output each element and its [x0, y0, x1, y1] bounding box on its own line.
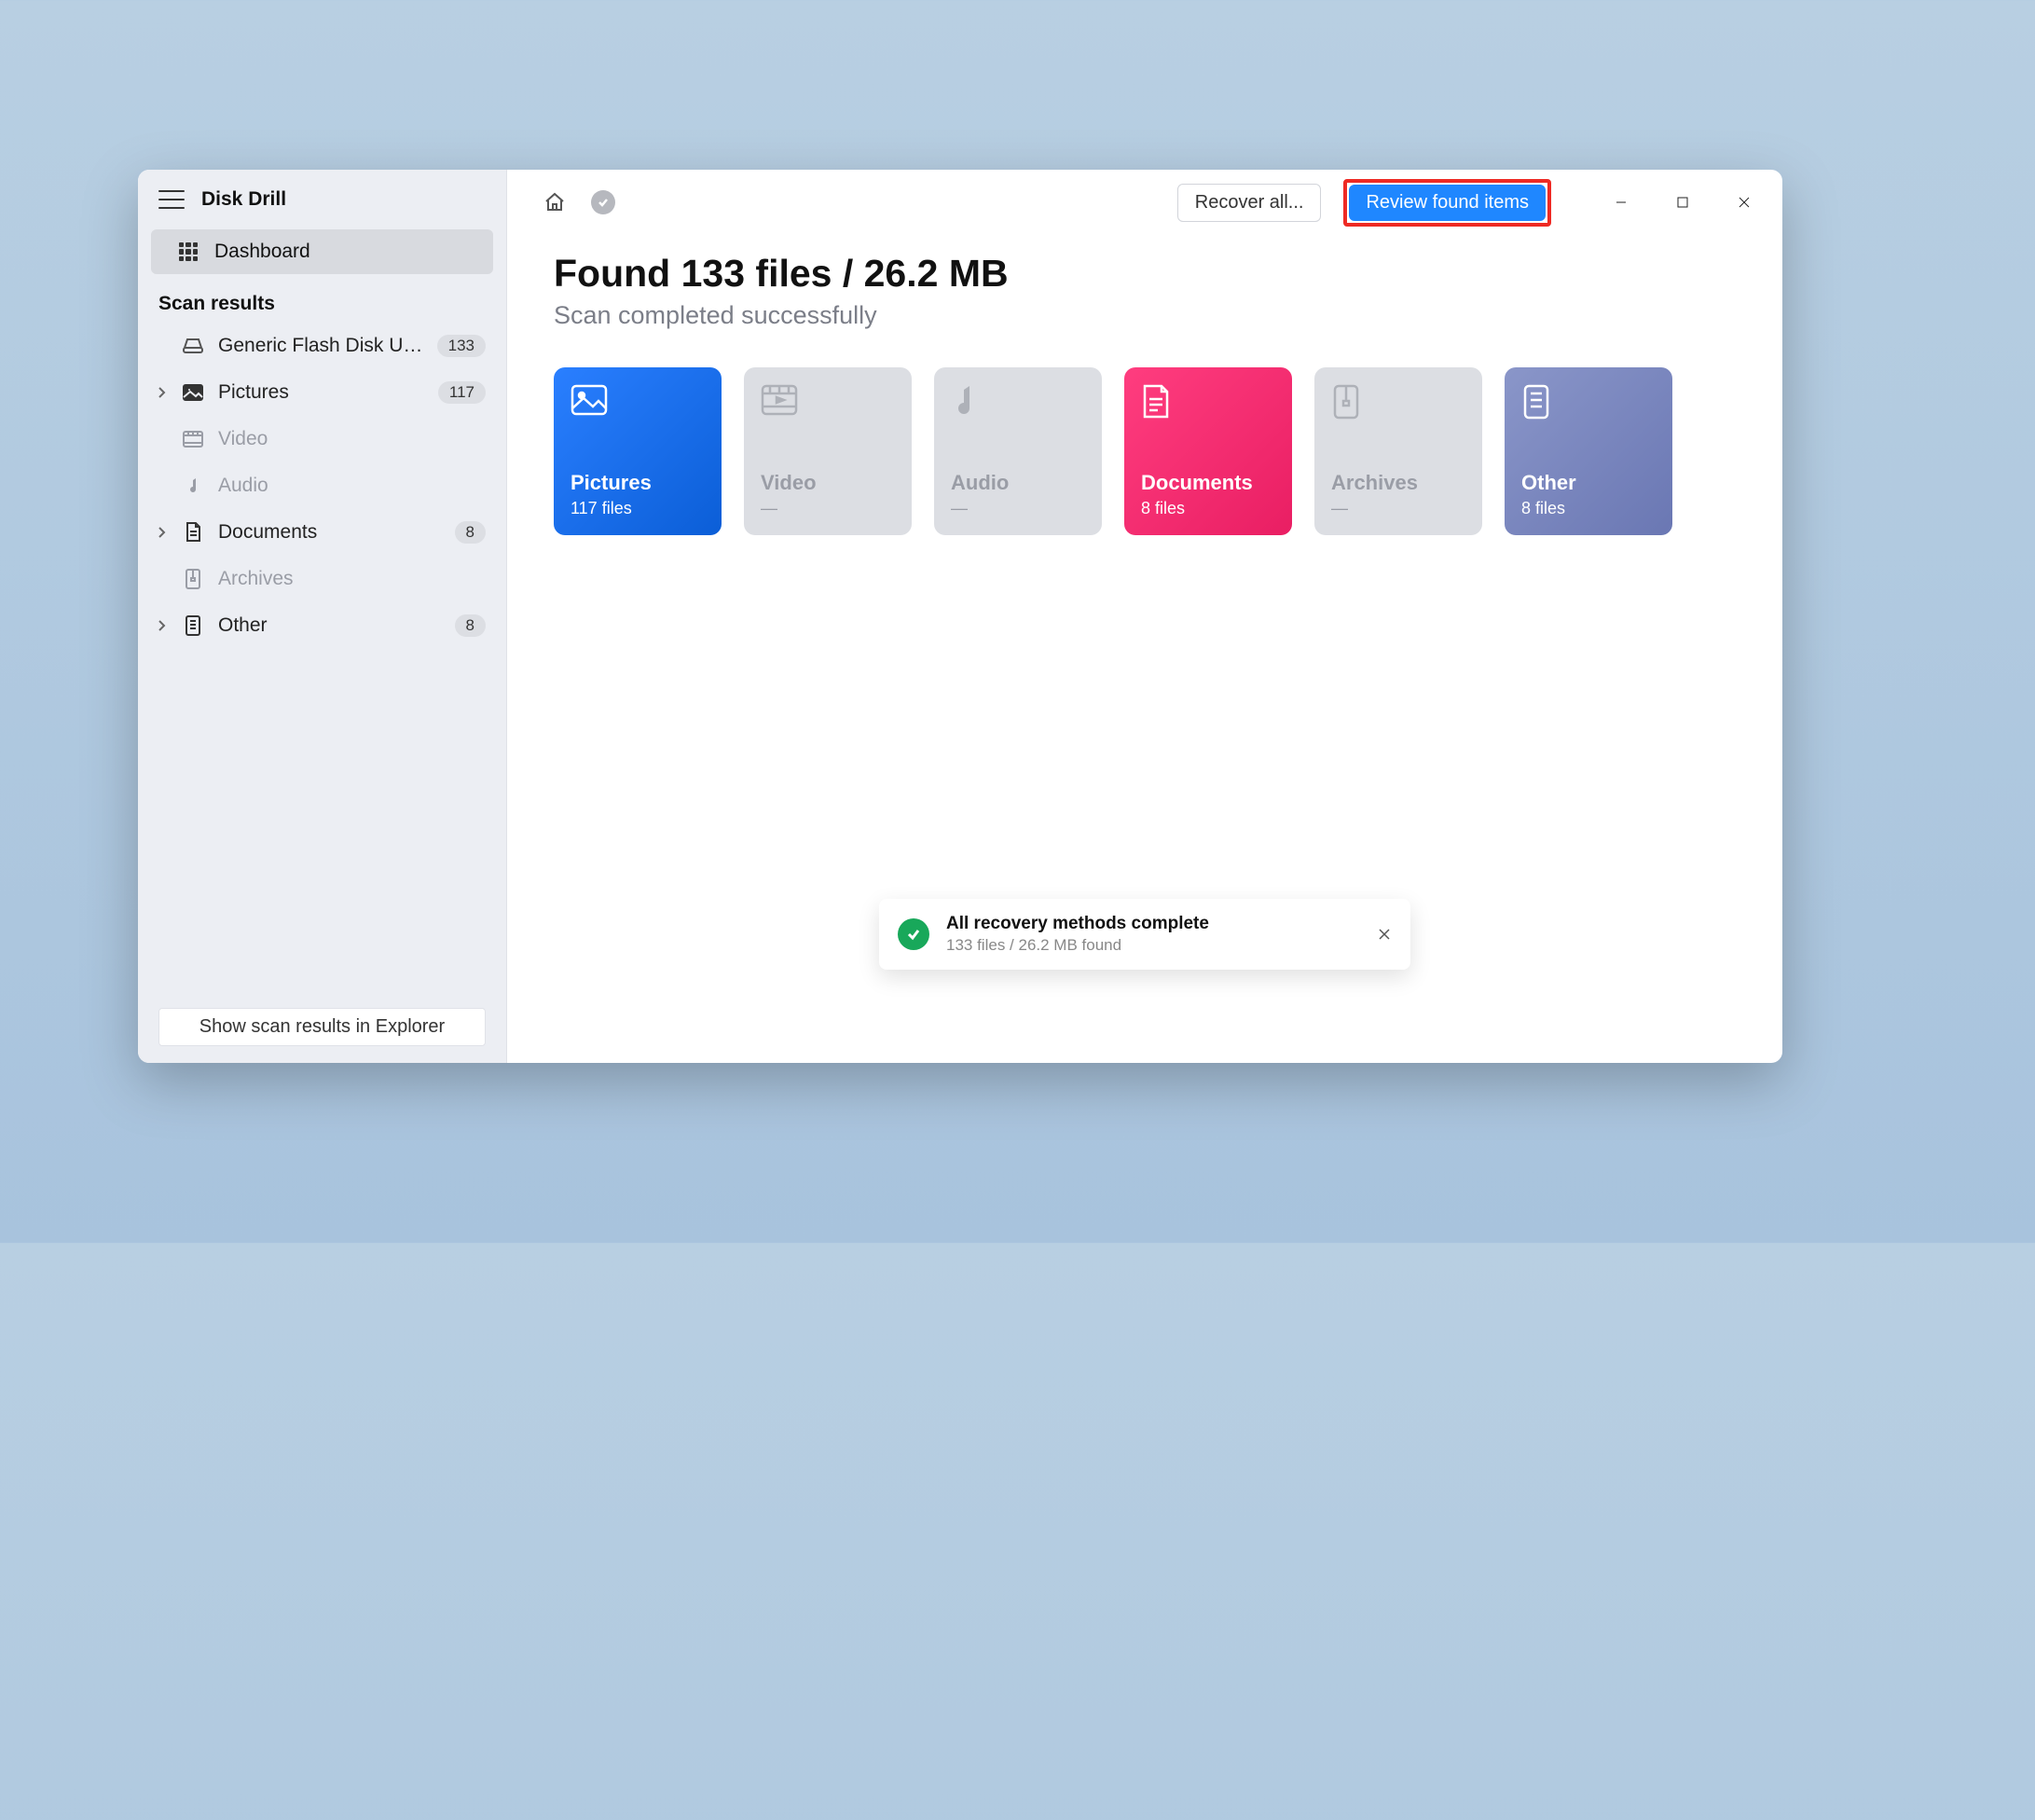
card-subtitle: —	[1331, 499, 1465, 518]
chevron-right-icon	[155, 386, 168, 399]
card-title: Other	[1521, 471, 1656, 495]
status-check-icon[interactable]	[587, 186, 619, 218]
video-icon	[181, 431, 205, 448]
card-other[interactable]: Other 8 files	[1505, 367, 1672, 535]
toast-title: All recovery methods complete	[946, 914, 1209, 934]
sidebar-item-archives[interactable]: Archives	[138, 556, 506, 602]
card-subtitle: 8 files	[1521, 499, 1656, 518]
count-badge: 8	[455, 614, 486, 637]
card-subtitle: 8 files	[1141, 499, 1275, 518]
archive-icon	[1331, 384, 1465, 425]
sidebar-item-label: Audio	[218, 475, 486, 497]
card-subtitle: 117 files	[571, 499, 705, 518]
sidebar-item-label: Pictures	[218, 381, 425, 404]
disk-icon	[181, 338, 205, 354]
app-window: Disk Drill Dashboard Scan results Generi…	[138, 170, 1782, 1063]
sidebar-item-label: Documents	[218, 521, 442, 544]
sidebar-item-label: Video	[218, 428, 486, 450]
card-documents[interactable]: Documents 8 files	[1124, 367, 1292, 535]
count-badge: 117	[438, 381, 486, 404]
card-title: Documents	[1141, 471, 1275, 495]
toast-subtitle: 133 files / 26.2 MB found	[946, 936, 1209, 955]
count-badge: 133	[437, 335, 486, 357]
hamburger-icon[interactable]	[158, 190, 185, 209]
sidebar-header: Disk Drill	[138, 177, 506, 222]
document-icon	[1141, 384, 1275, 425]
headline-title: Found 133 files / 26.2 MB	[554, 252, 1782, 296]
sidebar-item-other[interactable]: Other 8	[138, 602, 506, 649]
sidebar-item-video[interactable]: Video	[138, 416, 506, 462]
card-title: Pictures	[571, 471, 705, 495]
video-icon	[761, 384, 895, 425]
card-subtitle: —	[761, 499, 895, 518]
completion-toast: All recovery methods complete 133 files …	[879, 899, 1410, 970]
picture-icon	[181, 384, 205, 401]
count-badge: 8	[455, 521, 486, 544]
sidebar-item-documents[interactable]: Documents 8	[138, 509, 506, 556]
sidebar: Disk Drill Dashboard Scan results Generi…	[138, 170, 507, 1063]
window-maximize-button[interactable]	[1652, 182, 1713, 223]
toolbar: Recover all... Review found items	[507, 170, 1782, 222]
audio-icon	[181, 476, 205, 495]
nav-dashboard-label: Dashboard	[214, 241, 310, 263]
toast-close-button[interactable]	[1377, 927, 1392, 942]
main-content: Recover all... Review found items Found …	[507, 170, 1782, 1063]
card-pictures[interactable]: Pictures 117 files	[554, 367, 722, 535]
card-title: Audio	[951, 471, 1085, 495]
other-icon	[1521, 384, 1656, 425]
chevron-right-icon	[155, 619, 168, 632]
window-minimize-button[interactable]	[1590, 182, 1652, 223]
category-cards: Pictures 117 files Video — Audio —	[507, 330, 1782, 535]
card-audio[interactable]: Audio —	[934, 367, 1102, 535]
card-subtitle: —	[951, 499, 1085, 518]
sidebar-item-label: Generic Flash Disk USB...	[218, 335, 424, 357]
audio-icon	[951, 384, 1085, 425]
card-title: Archives	[1331, 471, 1465, 495]
recover-all-button[interactable]: Recover all...	[1177, 184, 1322, 222]
sidebar-item-label: Archives	[218, 568, 486, 590]
check-circle-icon	[898, 918, 929, 950]
app-title: Disk Drill	[201, 188, 286, 211]
show-in-explorer-button[interactable]: Show scan results in Explorer	[158, 1008, 486, 1046]
card-video[interactable]: Video —	[744, 367, 912, 535]
highlight-annotation: Review found items	[1343, 179, 1551, 227]
sidebar-item-disk[interactable]: Generic Flash Disk USB... 133	[138, 323, 506, 369]
card-title: Video	[761, 471, 895, 495]
headline: Found 133 files / 26.2 MB Scan completed…	[507, 222, 1782, 330]
other-icon	[181, 615, 205, 636]
picture-icon	[571, 384, 705, 425]
nav-dashboard[interactable]: Dashboard	[151, 229, 493, 274]
window-close-button[interactable]	[1713, 182, 1775, 223]
sidebar-item-pictures[interactable]: Pictures 117	[138, 369, 506, 416]
card-archives[interactable]: Archives —	[1314, 367, 1482, 535]
sidebar-item-label: Other	[218, 614, 442, 637]
scan-results-header: Scan results	[138, 274, 506, 323]
chevron-right-icon	[155, 526, 168, 539]
archive-icon	[181, 569, 205, 589]
document-icon	[181, 522, 205, 543]
sidebar-item-audio[interactable]: Audio	[138, 462, 506, 509]
home-icon[interactable]	[539, 186, 571, 218]
headline-subtitle: Scan completed successfully	[554, 301, 1782, 330]
grid-icon	[179, 242, 198, 261]
review-found-items-button[interactable]: Review found items	[1349, 185, 1546, 221]
